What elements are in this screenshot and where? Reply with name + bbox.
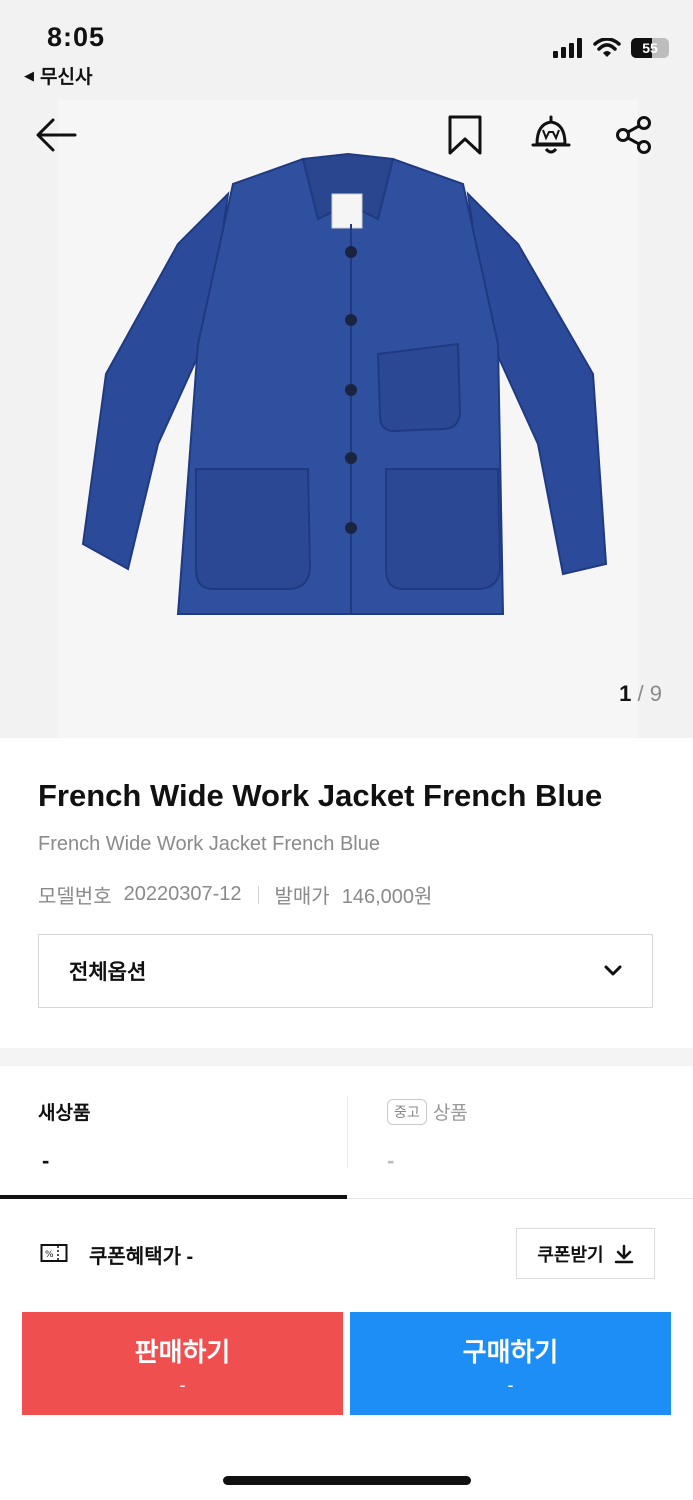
- product-subtitle: French Wide Work Jacket French Blue: [38, 833, 380, 855]
- bottom-action-bar: 판매하기 - 구매하기 -: [0, 1290, 693, 1500]
- buy-button[interactable]: 구매하기 -: [350, 1312, 671, 1415]
- used-badge: 중고: [387, 1098, 427, 1125]
- wifi-icon: [593, 38, 621, 57]
- condition-tabs: 새상품 - 중고 상품 -: [0, 1066, 693, 1198]
- alert-button[interactable]: [526, 110, 576, 160]
- download-icon: [614, 1244, 633, 1263]
- tab-new-label: 새상품: [38, 1103, 91, 1124]
- tab-used-label-row: 중고 상품: [387, 1098, 468, 1125]
- bell-icon: [531, 115, 571, 154]
- arrow-left-icon: [36, 118, 77, 152]
- svg-text:%: %: [45, 1250, 54, 1260]
- signal-icon: [553, 38, 582, 58]
- coupon-row: % 쿠폰혜택가 - 쿠폰받기: [0, 1228, 693, 1280]
- release-price-value: 146,000원: [341, 886, 433, 908]
- section-divider: [0, 1048, 693, 1066]
- option-dropdown-label: 전체옵션: [69, 961, 147, 984]
- tab-used-label: 상품: [432, 1103, 468, 1124]
- tab-new-price: -: [42, 1148, 50, 1173]
- coupon-price-label: 쿠폰혜택가 -: [89, 1246, 194, 1268]
- battery-level: 55: [642, 40, 658, 56]
- current-page: 1: [619, 681, 632, 706]
- product-title: French Wide Work Jacket French Blue: [38, 778, 603, 813]
- back-triangle-icon: ◀: [24, 67, 34, 83]
- bookmark-icon: [448, 115, 482, 155]
- status-bar: 8:05 ◀ 무신사 55: [0, 0, 693, 100]
- get-coupon-button[interactable]: 쿠폰받기: [516, 1228, 655, 1279]
- share-button[interactable]: [609, 110, 659, 160]
- chevron-down-icon: [604, 965, 622, 976]
- buy-button-label: 구매하기: [462, 1336, 559, 1367]
- product-image-gallery[interactable]: [0, 0, 693, 738]
- bookmark-button[interactable]: [440, 110, 490, 160]
- coupon-icon: %: [40, 1244, 68, 1262]
- sell-button[interactable]: 판매하기 -: [22, 1312, 343, 1415]
- release-price-label: 발매가: [274, 886, 330, 908]
- status-icons: 55: [553, 38, 669, 58]
- tab-used-price: -: [387, 1148, 395, 1173]
- tab-used-product[interactable]: 중고 상품 -: [347, 1066, 693, 1198]
- back-to-app-link[interactable]: ◀ 무신사: [24, 62, 92, 89]
- battery-icon: 55: [631, 38, 669, 58]
- product-meta: 모델번호 20220307-12 발매가 146,000원: [38, 880, 658, 909]
- clock: 8:05: [47, 22, 106, 52]
- model-number-label: 모델번호: [38, 886, 112, 908]
- meta-divider: [257, 885, 259, 904]
- sell-button-price: -: [179, 1374, 186, 1395]
- total-pages: 9: [649, 681, 662, 706]
- product-info: French Wide Work Jacket French Blue Fren…: [38, 778, 658, 909]
- back-button[interactable]: [31, 110, 81, 160]
- get-coupon-label: 쿠폰받기: [537, 1244, 604, 1265]
- model-number-value: 20220307-12: [123, 883, 242, 905]
- tab-new-product[interactable]: 새상품 -: [0, 1066, 346, 1198]
- page-separator: /: [637, 681, 644, 706]
- back-app-label: 무신사: [40, 67, 93, 88]
- active-tab-indicator: [0, 1195, 347, 1199]
- share-icon: [616, 116, 651, 154]
- image-page-indicator: 1 / 9: [619, 681, 662, 707]
- option-dropdown[interactable]: 전체옵션: [38, 934, 653, 1008]
- home-indicator[interactable]: [223, 1476, 471, 1485]
- sell-button-label: 판매하기: [134, 1336, 231, 1367]
- buy-button-price: -: [507, 1374, 514, 1395]
